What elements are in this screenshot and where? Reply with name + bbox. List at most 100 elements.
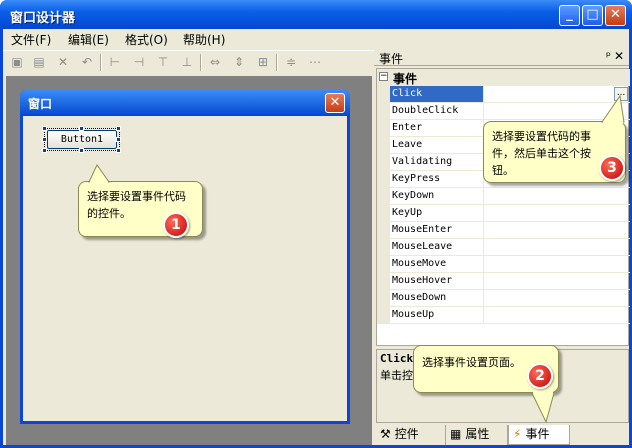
event-value[interactable] [484,188,630,205]
menu-format[interactable]: 格式(O) [125,31,168,48]
event-name: MouseHover [390,273,484,290]
form-window[interactable]: 窗口 ✕ Button1 [20,90,350,424]
event-row[interactable]: Click... [377,86,630,103]
same-height-icon[interactable]: ⇕ [231,54,247,70]
save-icon[interactable]: ▣ [9,54,25,70]
resize-handle[interactable] [42,137,47,142]
form-close-button[interactable]: ✕ [325,93,345,113]
event-name: MouseUp [390,307,484,324]
align-bottom-icon[interactable]: ⊥ [179,54,195,70]
event-row[interactable]: MouseEnter [377,222,630,239]
category-row[interactable]: − 事件 [377,69,630,86]
delete-icon[interactable]: ✕ [55,54,71,70]
step-badge-3: 3 [599,155,625,181]
event-name: MouseEnter [390,222,484,239]
pin-icon[interactable]: ᵖ [606,49,611,63]
event-name: Validating [390,154,484,171]
menu-bar: 文件(F) 编辑(E) 格式(O) 帮助(H) [3,29,629,48]
tab-events[interactable]: ⚡ 事件 [508,425,570,445]
resize-handle[interactable] [116,148,121,153]
callout-tail [531,391,555,424]
event-value[interactable] [484,256,630,273]
collapse-icon[interactable]: − [379,72,388,81]
row-gutter [377,290,390,307]
maximize-button[interactable]: □ [582,5,603,26]
event-row[interactable]: MouseMove [377,256,630,273]
properties-icon: ▦ [450,427,462,441]
button1-control[interactable]: Button1 [47,130,117,149]
close-button[interactable]: ✕ [605,5,626,26]
row-gutter [377,307,390,324]
lightning-icon: ⚡ [513,427,522,441]
event-value[interactable] [484,273,630,290]
align-left-icon[interactable]: ⊢ [107,54,123,70]
event-name: KeyDown [390,188,484,205]
event-value[interactable] [484,222,630,239]
tools-icon: ⚒ [380,427,391,441]
resize-handle[interactable] [116,137,121,142]
resize-handle[interactable] [79,148,84,153]
tab-controls[interactable]: ⚒ 控件 [376,425,446,445]
callout-text: 件，然后单击这个按 [492,147,591,160]
event-row[interactable]: DoubleClick [377,103,630,120]
event-row[interactable]: MouseUp [377,307,630,324]
menu-help[interactable]: 帮助(H) [183,31,225,48]
tab-label: 控件 [394,427,419,441]
panel-close-icon[interactable]: ✕ [614,49,624,63]
minimize-button[interactable]: _ [559,5,580,26]
event-name: KeyPress [390,171,484,188]
description-title: Click [380,352,414,365]
row-gutter [377,86,390,103]
resize-handle[interactable] [42,148,47,153]
same-width-icon[interactable]: ⇔ [207,54,223,70]
event-name: KeyUp [390,205,484,222]
align-right-icon[interactable]: ⊣ [131,54,147,70]
event-row[interactable]: MouseDown [377,290,630,307]
event-name: MouseDown [390,290,484,307]
client-area: 文件(F) 编辑(E) 格式(O) 帮助(H) ▣ ▤ ✕ ↶ ⊢ ⊣ ⊤ ⊥ … [3,29,630,445]
event-name: DoubleClick [390,103,484,120]
event-name: MouseMove [390,256,484,273]
vertical-spacing-icon[interactable]: ≑ [283,54,299,70]
row-gutter [377,188,390,205]
event-row[interactable]: MouseHover [377,273,630,290]
callout-tail [88,164,110,184]
resize-handle[interactable] [116,126,121,131]
resize-handle[interactable] [42,126,47,131]
row-gutter [377,205,390,222]
panel-header: 事件 ᵖ ✕ [374,49,629,66]
align-top-icon[interactable]: ⊤ [155,54,171,70]
panel-title: 事件 [379,52,404,66]
panel-tabs: ⚒ 控件 ▦ 属性 ⚡ 事件 [376,425,629,445]
tab-properties[interactable]: ▦ 属性 [446,425,508,445]
callout-text: 选择要设置事件代码 [87,190,186,203]
row-gutter [377,256,390,273]
event-row[interactable]: MouseLeave [377,239,630,256]
event-row[interactable]: KeyUp [377,205,630,222]
event-name: MouseLeave [390,239,484,256]
event-name: Leave [390,137,484,154]
horizontal-spacing-icon[interactable]: ⋯ [307,54,323,70]
toolbar-separator [100,54,102,71]
menu-edit[interactable]: 编辑(E) [68,31,109,48]
event-value[interactable] [484,307,630,324]
row-gutter [377,154,390,171]
category-label: 事件 [393,72,418,86]
menu-file[interactable]: 文件(F) [11,31,51,48]
undo-icon[interactable]: ↶ [79,54,95,70]
form-body[interactable]: Button1 [23,116,347,421]
title-bar: 窗口设计器 _ □ ✕ [0,0,632,29]
step-badge-2: 2 [527,363,553,389]
save-all-icon[interactable]: ▤ [31,54,47,70]
row-gutter [377,137,390,154]
event-value[interactable] [484,290,630,307]
event-value[interactable] [484,205,630,222]
row-gutter [377,120,390,137]
event-row[interactable]: KeyDown [377,188,630,205]
row-gutter [377,171,390,188]
resize-handle[interactable] [79,126,84,131]
form-title-bar: 窗口 ✕ [20,90,350,116]
same-size-icon[interactable]: ⊞ [255,54,271,70]
event-value[interactable] [484,239,630,256]
description-text: 单击控 [380,369,413,382]
